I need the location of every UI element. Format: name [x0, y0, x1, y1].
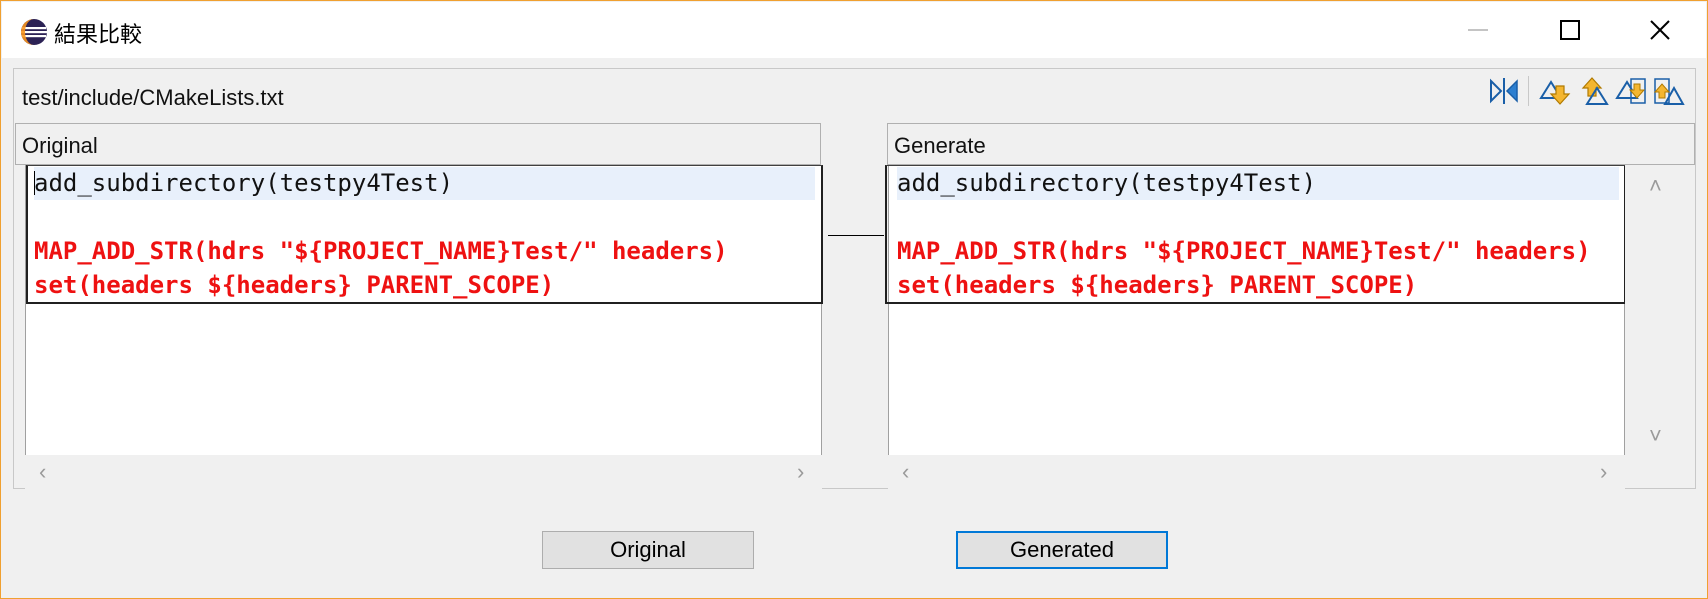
swap-sides-button[interactable] — [1486, 74, 1522, 108]
diff-connector-line — [828, 235, 884, 236]
previous-change-icon — [1653, 78, 1685, 105]
maximize-icon — [1560, 20, 1580, 40]
vertical-scrollbar[interactable]: ˄ ˅ — [1625, 165, 1695, 455]
next-difference-icon — [1539, 80, 1571, 105]
next-change-icon — [1615, 78, 1646, 104]
file-path-label: test/include/CMakeLists.txt — [22, 85, 284, 110]
original-horizontal-scrollbar[interactable]: ‹ › — [25, 455, 822, 489]
generate-pane-title: Generate — [894, 133, 986, 158]
scroll-right-icon[interactable]: › — [797, 461, 804, 483]
code-line-changed[interactable]: set(headers ${headers} PARENT_SCOPE) — [34, 269, 554, 302]
original-pane-header: Original — [15, 123, 821, 165]
compare-dialog: 結果比較 test/include/CMakeLists.txt Origina… — [0, 0, 1708, 599]
swap-sides-icon — [1490, 78, 1518, 104]
minimize-button[interactable] — [1432, 2, 1524, 58]
previous-change-button[interactable] — [1651, 74, 1687, 108]
code-line-changed[interactable]: MAP_ADD_STR(hdrs "${PROJECT_NAME}Test/" … — [34, 235, 728, 268]
generate-horizontal-scrollbar[interactable]: ‹ › — [888, 455, 1625, 489]
generate-pane-header: Generate — [887, 123, 1695, 165]
original-button[interactable]: Original — [542, 531, 754, 569]
scroll-left-icon[interactable]: ‹ — [902, 461, 909, 483]
close-icon — [1650, 20, 1670, 40]
scroll-down-icon[interactable]: ˅ — [1649, 425, 1662, 447]
code-line-changed[interactable]: set(headers ${headers} PARENT_SCOPE) — [897, 269, 1417, 302]
next-difference-button[interactable] — [1537, 74, 1573, 108]
maximize-button[interactable] — [1524, 2, 1616, 58]
scroll-left-icon[interactable]: ‹ — [39, 461, 46, 483]
code-line[interactable]: add_subdirectory(testpy4Test) — [897, 167, 1316, 200]
close-button[interactable] — [1614, 2, 1706, 58]
scroll-up-icon[interactable]: ˄ — [1649, 175, 1662, 197]
eclipse-icon — [21, 19, 47, 45]
original-pane-title: Original — [22, 133, 98, 158]
window-title: 結果比較 — [54, 23, 143, 48]
toolbar-separator — [1528, 76, 1529, 106]
code-line-changed[interactable]: MAP_ADD_STR(hdrs "${PROJECT_NAME}Test/" … — [897, 235, 1591, 268]
scroll-right-icon[interactable]: › — [1600, 461, 1607, 483]
original-editor[interactable]: add_subdirectory(testpy4Test) MAP_ADD_ST… — [25, 165, 823, 455]
code-line[interactable]: add_subdirectory(testpy4Test) — [34, 167, 453, 200]
next-change-button[interactable] — [1613, 74, 1649, 108]
previous-difference-button[interactable] — [1575, 74, 1611, 108]
minimize-icon — [1468, 29, 1488, 31]
previous-difference-icon — [1581, 77, 1609, 105]
generated-button[interactable]: Generated — [956, 531, 1168, 569]
diff-connector-gutter — [822, 165, 888, 455]
compare-toolbar — [1484, 73, 1687, 109]
generate-editor[interactable]: add_subdirectory(testpy4Test) MAP_ADD_ST… — [885, 165, 1626, 455]
title-bar: 結果比較 — [2, 2, 1706, 58]
